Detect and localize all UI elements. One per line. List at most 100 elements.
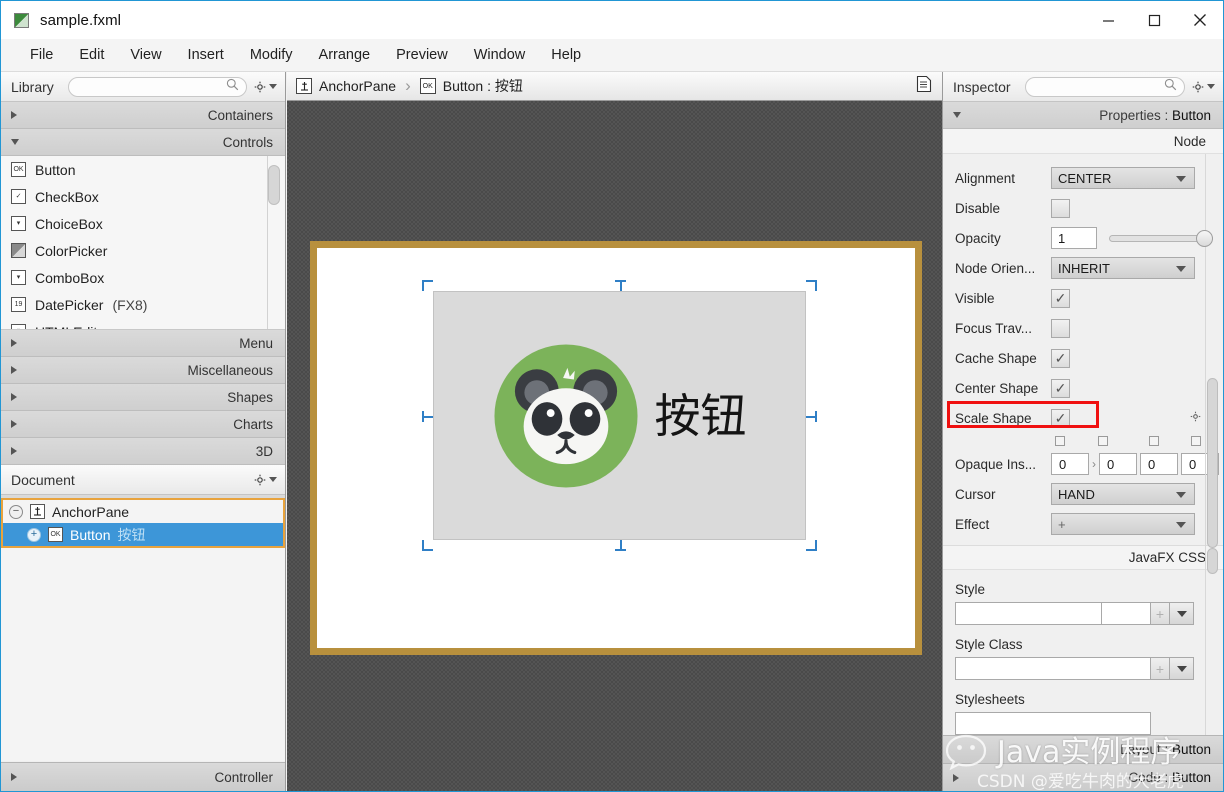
resize-handle-top[interactable] xyxy=(614,280,626,291)
opacity-slider[interactable] xyxy=(1109,227,1213,249)
list-item[interactable]: 19 DatePicker (FX8) xyxy=(1,291,285,318)
opaque-inset-toggle-left[interactable] xyxy=(1191,436,1201,446)
slider-knob[interactable] xyxy=(1196,229,1213,247)
style-dropdown-button[interactable] xyxy=(1170,602,1194,625)
library-search[interactable] xyxy=(67,76,247,97)
library-section-controls[interactable]: Controls xyxy=(1,129,285,156)
style-class-add-button[interactable]: + xyxy=(1151,657,1170,680)
hierarchy-tree[interactable]: − AnchorPane + OK Button 按钮 xyxy=(1,498,285,761)
resize-handle-bottom[interactable] xyxy=(614,540,626,551)
list-item[interactable]: ▾ ComboBox xyxy=(1,264,285,291)
tree-row-sublabel: 按钮 xyxy=(117,526,146,543)
library-section-shapes[interactable]: Shapes xyxy=(1,384,285,411)
library-scrollbar[interactable] xyxy=(268,159,283,326)
resize-handle-top-left[interactable] xyxy=(422,280,433,291)
list-item[interactable]: ✓ CheckBox xyxy=(1,183,285,210)
design-canvas[interactable]: 按钮 xyxy=(287,101,942,791)
opaque-inset-toggle-right[interactable] xyxy=(1098,436,1108,446)
document-options-button[interactable] xyxy=(254,474,277,486)
library-options-button[interactable] xyxy=(254,81,277,93)
inspector-section-properties[interactable]: Properties : Button xyxy=(943,102,1223,129)
menu-file[interactable]: File xyxy=(17,43,66,67)
list-item[interactable]: <> HTMLEditor xyxy=(1,318,285,329)
opaque-inset-toggle-bottom[interactable] xyxy=(1149,436,1159,446)
css-scrollbar[interactable] xyxy=(1207,544,1221,614)
library-search-input[interactable] xyxy=(75,79,226,94)
stylesheets-input[interactable] xyxy=(955,712,1151,735)
library-section-miscellaneous[interactable]: Miscellaneous xyxy=(1,357,285,384)
properties-target: Button xyxy=(1171,107,1211,123)
menu-edit[interactable]: Edit xyxy=(66,43,117,67)
expand-toggle-icon[interactable]: + xyxy=(27,527,41,542)
focus-traversable-checkbox[interactable] xyxy=(1051,318,1070,338)
css-scrollbar-thumb[interactable] xyxy=(1207,548,1218,574)
list-item[interactable]: ColorPicker xyxy=(1,237,285,264)
style-label: Style xyxy=(955,582,986,597)
scale-shape-gear-icon[interactable] xyxy=(1190,411,1201,425)
menu-modify[interactable]: Modify xyxy=(237,43,306,67)
document-view-icon[interactable] xyxy=(916,75,932,98)
inspector-options-button[interactable] xyxy=(1192,81,1215,93)
opaque-inset-input-bottom[interactable]: 0 xyxy=(1140,453,1178,475)
menu-preview[interactable]: Preview xyxy=(383,43,461,67)
style-value-input[interactable] xyxy=(1102,602,1151,625)
style-class-input[interactable] xyxy=(955,657,1151,680)
style-input[interactable] xyxy=(955,602,1102,625)
resize-handle-left[interactable] xyxy=(422,410,433,422)
inspector-section-code[interactable]: Code : Button xyxy=(943,763,1223,791)
inspector-search[interactable] xyxy=(1024,76,1185,97)
cache-shape-checkbox[interactable]: ✓ xyxy=(1051,348,1070,368)
resize-handle-bottom-left[interactable] xyxy=(422,540,433,551)
opacity-input[interactable]: 1 xyxy=(1051,227,1097,249)
anchorpane-icon xyxy=(30,504,45,519)
style-class-dropdown-button[interactable] xyxy=(1170,657,1194,680)
properties-body: Alignment CENTER Disable Opacity 1 Node … xyxy=(943,154,1223,574)
effect-select[interactable]: + xyxy=(1051,513,1195,535)
menu-help[interactable]: Help xyxy=(538,43,594,67)
resize-handle-right[interactable] xyxy=(806,410,817,422)
cursor-select[interactable]: HAND xyxy=(1051,483,1195,505)
library-section-charts[interactable]: Charts xyxy=(1,411,285,438)
tree-row-button[interactable]: + OK Button 按钮 xyxy=(3,523,283,546)
node-orientation-select[interactable]: INHERIT xyxy=(1051,257,1195,279)
inspector-search-input[interactable] xyxy=(1032,79,1164,94)
center-shape-checkbox[interactable]: ✓ xyxy=(1051,378,1070,398)
opaque-inset-input-top[interactable]: 0 xyxy=(1051,453,1089,475)
list-item[interactable]: ▾ ChoiceBox xyxy=(1,210,285,237)
document-section-controller[interactable]: Controller xyxy=(1,762,285,791)
collapse-toggle-icon[interactable]: − xyxy=(9,504,23,519)
button-node[interactable]: 按钮 xyxy=(422,280,817,551)
opaque-inset-toggle-top[interactable] xyxy=(1055,436,1065,446)
breadcrumb-label: AnchorPane xyxy=(319,78,397,94)
library-section-containers[interactable]: Containers xyxy=(1,102,285,129)
tree-row-anchorpane[interactable]: − AnchorPane xyxy=(3,500,283,523)
menu-arrange[interactable]: Arrange xyxy=(306,43,384,67)
library-section-menu[interactable]: Menu xyxy=(1,330,285,357)
minimize-button[interactable] xyxy=(1085,1,1131,39)
inspector-section-layout[interactable]: Layout : Button xyxy=(943,735,1223,763)
resize-handle-bottom-right[interactable] xyxy=(806,540,817,551)
maximize-button[interactable] xyxy=(1131,1,1177,39)
close-button[interactable] xyxy=(1177,1,1223,39)
colorpicker-icon xyxy=(11,243,26,258)
library-item-list[interactable]: OK Button ✓ CheckBox ▾ ChoiceBox ColorPi… xyxy=(1,156,285,330)
style-add-button[interactable]: + xyxy=(1151,602,1170,625)
disable-checkbox[interactable] xyxy=(1051,198,1070,218)
library-section-3d[interactable]: 3D xyxy=(1,438,285,465)
property-label: Effect xyxy=(955,516,990,532)
alignment-select[interactable]: CENTER xyxy=(1051,167,1195,189)
library-scrollbar-thumb[interactable] xyxy=(268,165,280,205)
opaque-inset-input-right[interactable]: 0 xyxy=(1099,453,1137,475)
stylesheets-row xyxy=(955,712,1223,735)
breadcrumb-item-anchorpane[interactable]: AnchorPane xyxy=(296,78,396,94)
menu-insert[interactable]: Insert xyxy=(175,43,237,67)
visible-checkbox[interactable]: ✓ xyxy=(1051,288,1070,308)
list-item[interactable]: OK Button xyxy=(1,156,285,183)
breadcrumb-item-button[interactable]: OK Button : 按钮 xyxy=(419,76,523,96)
menu-window[interactable]: Window xyxy=(461,43,539,67)
anchorpane-stage[interactable]: 按钮 xyxy=(310,241,922,655)
resize-handle-top-right[interactable] xyxy=(806,280,817,291)
library-section-label: Controls xyxy=(222,134,273,150)
menu-view[interactable]: View xyxy=(117,43,174,67)
scale-shape-checkbox[interactable]: ✓ xyxy=(1051,408,1070,428)
